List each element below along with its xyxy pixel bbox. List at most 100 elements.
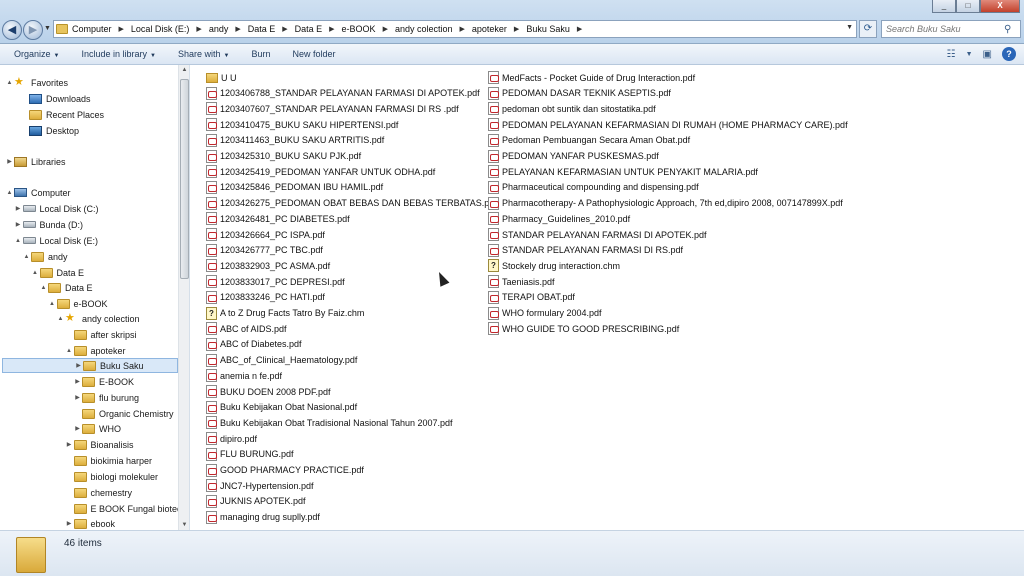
nav-item[interactable]: ▲ Data E <box>31 265 84 280</box>
collapse-arrow-icon[interactable]: ▲ <box>14 238 23 244</box>
nav-item[interactable]: ▲ Data E <box>39 280 93 295</box>
share-with-menu[interactable]: Share with ▼ <box>178 49 229 59</box>
breadcrumb-item[interactable]: Data E ▶ <box>248 24 295 34</box>
file-item[interactable]: Pedoman Pembuangan Secara Aman Obat.pdf <box>488 133 690 148</box>
file-item[interactable]: JNC7-Hypertension.pdf <box>206 478 314 493</box>
collapse-arrow-icon[interactable]: ▲ <box>31 270 40 276</box>
file-item[interactable]: Pharmacotherapy- A Pathophysiologic Appr… <box>488 196 843 211</box>
breadcrumb-separator-icon[interactable]: ▶ <box>514 25 519 33</box>
organize-menu[interactable]: Organize ▼ <box>14 49 59 59</box>
file-item[interactable]: anemia n fe.pdf <box>206 368 282 383</box>
nav-item[interactable]: Desktop <box>20 123 79 138</box>
file-item[interactable]: 1203425310_BUKU SAKU PJK.pdf <box>206 149 361 164</box>
expand-arrow-icon[interactable]: ▶ <box>14 205 23 212</box>
file-item[interactable]: 1203833017_PC DEPRESI.pdf <box>206 274 345 289</box>
nav-item[interactable]: Organic Chemistry <box>73 406 174 421</box>
expand-arrow-icon[interactable]: ▶ <box>5 158 14 165</box>
expand-arrow-icon[interactable]: ▶ <box>65 441 74 448</box>
burn-button[interactable]: Burn <box>251 49 270 59</box>
file-item[interactable]: managing drug suplly.pdf <box>206 510 320 525</box>
nav-item[interactable]: ▲ andy <box>22 249 68 264</box>
breadcrumb-separator-icon[interactable]: ▶ <box>577 25 582 33</box>
file-item[interactable]: 1203426275_PEDOMAN OBAT BEBAS DAN BEBAS … <box>206 196 497 211</box>
file-item[interactable]: pedoman obt suntik dan sitostatika.pdf <box>488 101 656 116</box>
file-item[interactable]: ABC of Diabetes.pdf <box>206 337 302 352</box>
back-button[interactable]: ◀ <box>2 20 22 40</box>
breadcrumb-item[interactable]: apoteker ▶ <box>472 24 526 34</box>
file-item[interactable]: Buku Kebijakan Obat Nasional.pdf <box>206 400 357 415</box>
nav-item[interactable]: ▶ Libraries <box>5 154 66 169</box>
file-item[interactable]: 1203426664_PC ISPA.pdf <box>206 227 325 242</box>
nav-item[interactable]: ▲ ★ andy colection <box>56 311 140 326</box>
file-item[interactable]: STANDAR PELAYANAN FARMASI DI RS.pdf <box>488 243 683 258</box>
collapse-arrow-icon[interactable]: ▲ <box>22 254 31 260</box>
minimize-button[interactable]: _ <box>932 0 956 13</box>
refresh-button[interactable]: ⟳ <box>859 20 877 38</box>
nav-item[interactable]: Recent Places <box>20 107 104 122</box>
file-item[interactable]: ABC of AIDS.pdf <box>206 321 287 336</box>
file-item[interactable]: dipiro.pdf <box>206 431 257 446</box>
expand-arrow-icon[interactable]: ▶ <box>65 520 74 527</box>
file-item[interactable]: GOOD PHARMACY PRACTICE.pdf <box>206 463 364 478</box>
nav-item[interactable]: ▶ Buku Saku <box>2 358 178 373</box>
collapse-arrow-icon[interactable]: ▲ <box>65 348 74 354</box>
file-item[interactable]: TERAPI OBAT.pdf <box>488 290 575 305</box>
breadcrumb-separator-icon[interactable]: ▶ <box>196 25 201 33</box>
maximize-button[interactable]: □ <box>956 0 980 13</box>
collapse-arrow-icon[interactable]: ▲ <box>39 285 48 291</box>
file-item[interactable]: 1203407607_STANDAR PELAYANAN FARMASI DI … <box>206 101 459 116</box>
breadcrumb-item[interactable]: e-BOOK ▶ <box>342 24 395 34</box>
nav-item[interactable]: ▲ Local Disk (E:) <box>14 233 98 248</box>
nav-item[interactable]: after skripsi <box>65 327 137 342</box>
nav-item[interactable]: ▲ e-BOOK <box>48 296 108 311</box>
nav-item[interactable]: ▶ flu burung <box>73 390 139 405</box>
search-box[interactable]: ⚲ <box>881 20 1021 38</box>
breadcrumb-separator-icon[interactable]: ▶ <box>329 25 334 33</box>
new-folder-button[interactable]: New folder <box>292 49 335 59</box>
expand-arrow-icon[interactable]: ▶ <box>14 221 23 228</box>
breadcrumb-item[interactable]: Data E ▶ <box>295 24 342 34</box>
nav-item[interactable]: ▲ Computer <box>5 185 71 200</box>
file-item[interactable]: MedFacts - Pocket Guide of Drug Interact… <box>488 70 695 85</box>
breadcrumb-separator-icon[interactable]: ▶ <box>460 25 465 33</box>
collapse-arrow-icon[interactable]: ▲ <box>5 190 14 196</box>
expand-arrow-icon[interactable]: ▶ <box>73 394 82 401</box>
help-icon[interactable]: ? <box>1002 47 1016 61</box>
navigation-scrollbar[interactable]: ▲ ▼ <box>178 65 189 530</box>
nav-item[interactable]: biologi molekuler <box>65 469 158 484</box>
nav-item[interactable]: ▶ ebook <box>65 516 115 530</box>
nav-item[interactable]: biokimia harper <box>65 453 152 468</box>
file-item[interactable]: PEDOMAN YANFAR PUSKESMAS.pdf <box>488 149 659 164</box>
address-dropdown-icon[interactable]: ▼ <box>846 24 853 31</box>
nav-item[interactable]: ▶ WHO <box>73 421 121 436</box>
folder-item[interactable]: U U <box>206 70 237 85</box>
nav-item[interactable]: E BOOK Fungal biotechn <box>65 501 189 516</box>
file-item[interactable]: WHO formulary 2004.pdf <box>488 306 602 321</box>
breadcrumb-separator-icon[interactable]: ▶ <box>119 25 124 33</box>
file-item[interactable]: FLU BURUNG.pdf <box>206 447 294 462</box>
file-item[interactable]: ? A to Z Drug Facts Tatro By Faiz.chm <box>206 306 364 321</box>
view-dropdown-icon[interactable]: ▼ <box>966 51 973 58</box>
collapse-arrow-icon[interactable]: ▲ <box>48 301 57 307</box>
breadcrumb-item[interactable]: Local Disk (E:) ▶ <box>131 24 209 34</box>
breadcrumb-item[interactable]: andy colection ▶ <box>395 24 472 34</box>
nav-item[interactable]: ▶ Bunda (D:) <box>14 217 83 232</box>
breadcrumb-separator-icon[interactable]: ▶ <box>282 25 287 33</box>
nav-item[interactable]: ▲ apoteker <box>65 343 126 358</box>
file-item[interactable]: 1203425419_PEDOMAN YANFAR UNTUK ODHA.pdf <box>206 164 435 179</box>
close-button[interactable]: X <box>980 0 1020 13</box>
file-item[interactable]: PELAYANAN KEFARMASIAN UNTUK PENYAKIT MAL… <box>488 164 758 179</box>
recent-pages-dropdown[interactable]: ▼ <box>44 25 51 32</box>
nav-item[interactable]: ▶ E-BOOK <box>73 374 134 389</box>
file-item[interactable]: WHO GUIDE TO GOOD PRESCRIBING.pdf <box>488 321 679 336</box>
file-item[interactable]: 1203832903_PC ASMA.pdf <box>206 258 330 273</box>
nav-item[interactable]: ▶ Bioanalisis <box>65 437 134 452</box>
file-item[interactable]: Pharmacy_Guidelines_2010.pdf <box>488 211 630 226</box>
scroll-down-icon[interactable]: ▼ <box>179 522 190 528</box>
file-item[interactable]: 1203833246_PC HATI.pdf <box>206 290 325 305</box>
file-item[interactable]: ABC_of_Clinical_Haematology.pdf <box>206 353 357 368</box>
scroll-up-icon[interactable]: ▲ <box>179 67 190 73</box>
file-item[interactable]: Pharmaceutical compounding and dispensin… <box>488 180 699 195</box>
change-view-icon[interactable]: ☷ <box>947 49 956 60</box>
collapse-arrow-icon[interactable]: ▲ <box>56 316 65 322</box>
